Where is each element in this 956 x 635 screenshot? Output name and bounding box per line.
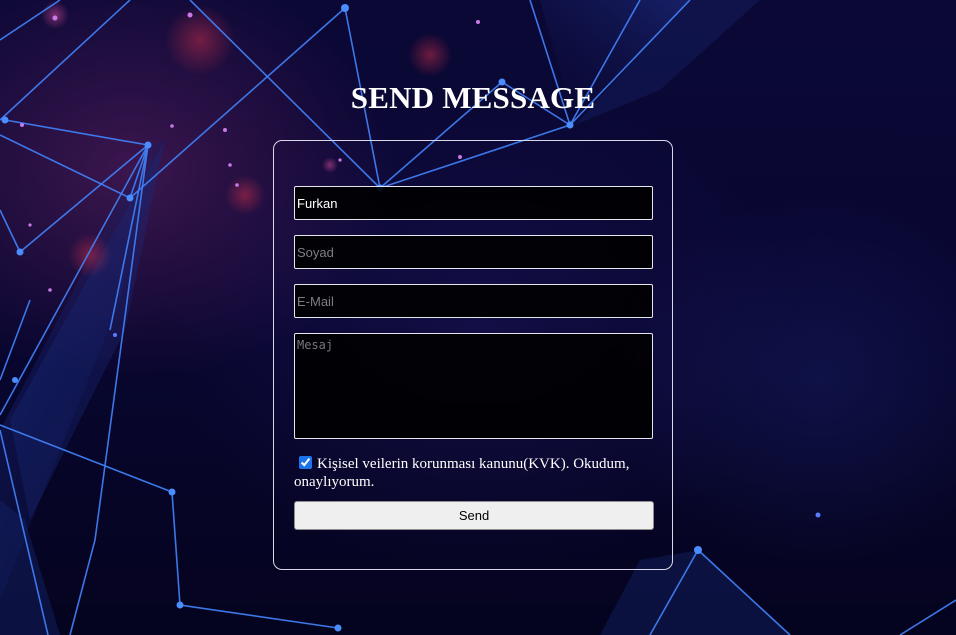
- kvk-consent-label[interactable]: Kişisel veilerin korunması kanunu(KVK). …: [294, 456, 629, 490]
- kvk-consent: Kişisel veilerin korunması kanunu(KVK). …: [294, 455, 659, 491]
- message-textarea[interactable]: [294, 333, 653, 439]
- email-input[interactable]: [294, 284, 653, 318]
- first-name-input[interactable]: [294, 186, 653, 220]
- send-button[interactable]: Send: [294, 501, 654, 530]
- last-name-input[interactable]: [294, 235, 653, 269]
- kvk-consent-checkbox[interactable]: [299, 456, 312, 469]
- page-title: SEND MESSAGE: [350, 80, 596, 115]
